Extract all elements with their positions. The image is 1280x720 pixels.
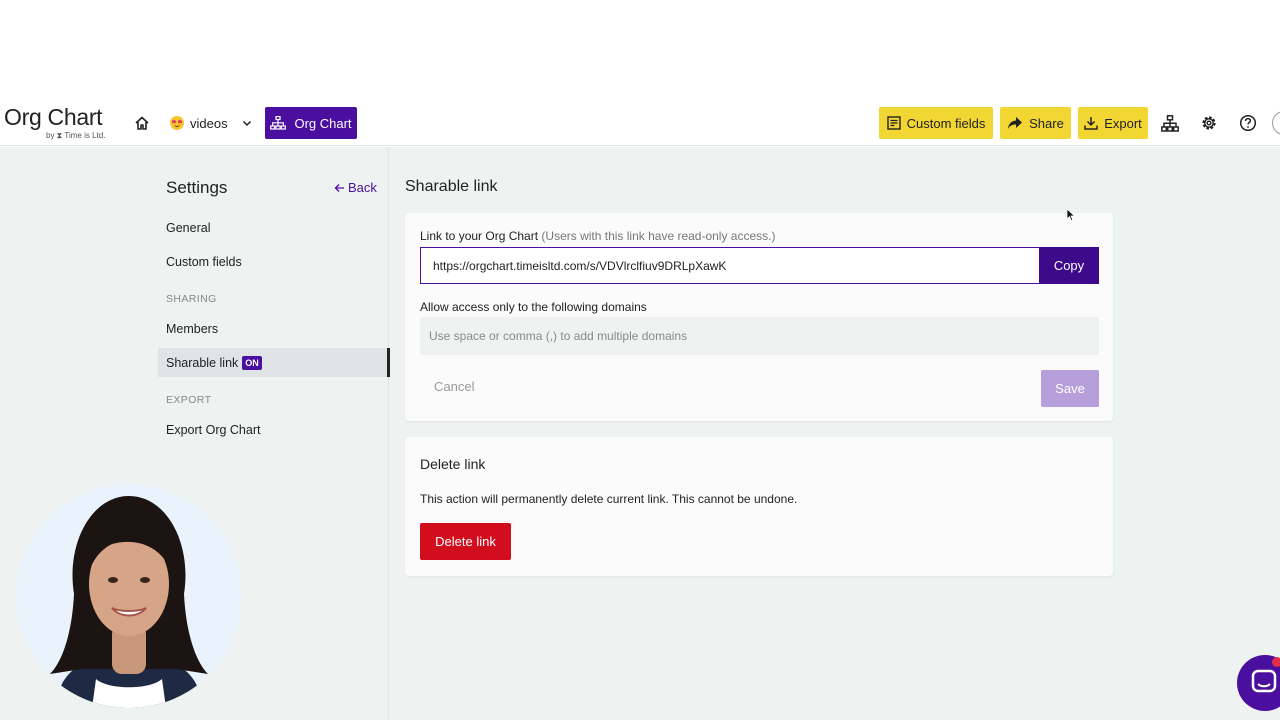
save-button[interactable]: Save — [1041, 370, 1099, 407]
sidebar-item-sharable-link[interactable]: Sharable link ON — [158, 348, 390, 377]
gear-icon — [1202, 116, 1216, 130]
delete-link-card: Delete link This action will permanently… — [405, 437, 1113, 576]
export-button[interactable]: Export — [1078, 107, 1148, 139]
help-circle-icon — [1239, 114, 1257, 132]
delete-link-description: This action will permanently delete curr… — [420, 492, 798, 506]
cancel-button[interactable]: Cancel — [434, 379, 474, 394]
app-logo[interactable]: Org Chart by ⧗ Time is Ltd. — [4, 104, 114, 144]
arrow-left-icon — [334, 183, 344, 192]
org-chart-button-label: Org Chart — [294, 115, 352, 131]
help-button[interactable] — [1237, 112, 1259, 134]
delete-link-title: Delete link — [420, 456, 486, 472]
copy-button[interactable]: Copy — [1039, 247, 1099, 284]
share-label: Share — [1029, 115, 1064, 131]
chevron-down-icon — [242, 118, 252, 128]
logo-title: Org Chart — [4, 104, 103, 130]
mouse-cursor-icon — [1066, 208, 1076, 222]
notification-dot — [1272, 657, 1280, 667]
export-label: Export — [1104, 115, 1142, 131]
status-badge: ON — [242, 355, 262, 370]
sharable-link-card: Link to your Org Chart (Users with this … — [405, 213, 1113, 421]
domains-field-label: Allow access only to the following domai… — [420, 300, 647, 314]
section-label-export: EXPORT — [166, 394, 212, 406]
sitemap-icon — [1161, 114, 1179, 132]
presenter-video-overlay — [16, 484, 242, 708]
video-top-margin — [0, 0, 1280, 100]
org-chart-button[interactable]: Org Chart — [265, 107, 357, 139]
link-label-text: Link to your Org Chart — [420, 229, 539, 243]
top-navbar: Org Chart by ⧗ Time is Ltd. videos Org C… — [0, 100, 1280, 146]
share-button[interactable]: Share — [1000, 107, 1071, 139]
page-title: Sharable link — [405, 178, 498, 195]
home-button[interactable] — [131, 112, 153, 134]
home-icon — [135, 116, 149, 130]
custom-fields-button[interactable]: Custom fields — [879, 107, 993, 139]
domains-input[interactable] — [420, 317, 1099, 355]
settings-button[interactable] — [1198, 112, 1220, 134]
link-field-label: Link to your Org Chart (Users with this … — [420, 229, 776, 243]
sidebar-item-custom-fields[interactable]: Custom fields — [166, 255, 242, 269]
sidebar-item-general[interactable]: General — [166, 221, 210, 235]
link-label-hint: (Users with this link have read-only acc… — [541, 229, 776, 243]
share-arrow-icon — [1008, 117, 1023, 129]
sidebar-item-export-org-chart[interactable]: Export Org Chart — [166, 423, 260, 437]
download-icon — [1084, 117, 1098, 130]
presenter-portrait — [50, 496, 208, 708]
org-structure-button[interactable] — [1159, 112, 1181, 134]
workspace-label: videos — [190, 115, 228, 131]
sharable-link-input[interactable] — [420, 247, 1040, 284]
sidebar-item-label: Sharable link — [166, 355, 239, 370]
back-label: Back — [348, 180, 377, 195]
user-avatar[interactable] — [1272, 111, 1280, 135]
settings-title: Settings — [166, 178, 228, 197]
list-form-icon — [886, 116, 901, 130]
workspace-selector[interactable]: videos — [170, 110, 252, 136]
hierarchy-icon — [270, 116, 287, 130]
logo-subtitle: by ⧗ Time is Ltd. — [46, 131, 106, 140]
sidebar-item-members[interactable]: Members — [166, 322, 218, 336]
delete-link-button[interactable]: Delete link — [420, 523, 511, 560]
back-link[interactable]: Back — [334, 180, 377, 195]
custom-fields-label: Custom fields — [906, 115, 986, 131]
heart-eyes-emoji-icon — [170, 116, 184, 130]
section-label-sharing: SHARING — [166, 293, 217, 305]
